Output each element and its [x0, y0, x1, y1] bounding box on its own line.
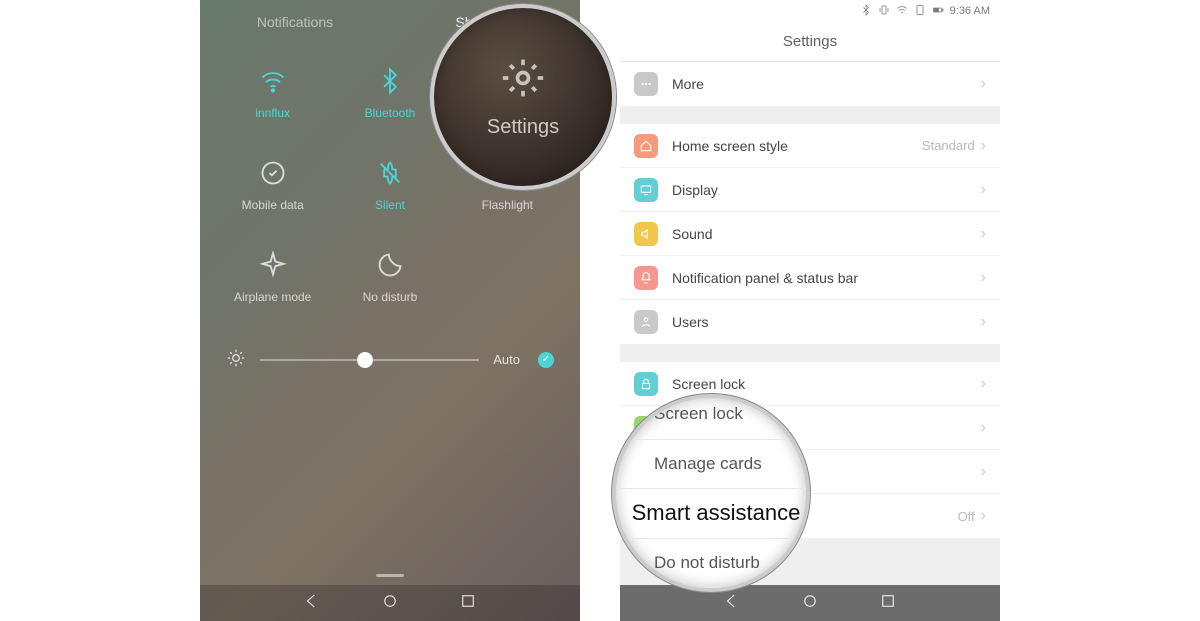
nav-home-icon[interactable] [801, 592, 819, 615]
lock-icon [634, 372, 658, 396]
settings-row-label: Display [672, 182, 981, 198]
settings-row-label: Notification panel & status bar [672, 270, 981, 286]
chevron-right-icon: › [981, 75, 986, 93]
settings-row-home[interactable]: Home screen styleStandard › [620, 124, 1000, 168]
bluetooth-status-icon [860, 4, 872, 19]
settings-row-notif[interactable]: Notification panel & status bar› [620, 256, 1000, 300]
chevron-right-icon: › [981, 375, 986, 393]
callout-line: Screen lock [616, 394, 806, 440]
display-icon [634, 178, 658, 202]
mobiledata-icon [258, 158, 288, 188]
settings-row-users[interactable]: Users› [620, 300, 1000, 344]
bluetooth-icon [375, 66, 405, 96]
settings-group: More› [620, 62, 1000, 106]
settings-row-sound[interactable]: Sound› [620, 212, 1000, 256]
nav-home-icon[interactable] [381, 592, 399, 615]
settings-row-label: More [672, 76, 981, 92]
settings-row-more[interactable]: More› [620, 62, 1000, 106]
chevron-right-icon: › [981, 507, 986, 525]
wifi-status-icon [896, 4, 908, 19]
nav-recent-icon[interactable] [459, 592, 477, 615]
android-navbar [620, 585, 1000, 621]
settings-row-label: Home screen style [672, 138, 922, 154]
toggle-label: No disturb [363, 290, 418, 304]
brightness-thumb[interactable] [357, 352, 373, 368]
callout-line: Manage cards [616, 440, 806, 490]
toggle-label: Mobile data [242, 198, 304, 212]
battery-status-icon [932, 4, 944, 19]
vibrate-status-icon [878, 4, 890, 19]
toggle-label: Airplane mode [234, 290, 311, 304]
settings-header: Settings [620, 22, 1000, 62]
settings-group: Home screen styleStandard›Display›Sound›… [620, 124, 1000, 344]
toggle-label: innflux [255, 106, 290, 120]
settings-row-value: Off [958, 509, 975, 524]
tab-notifications[interactable]: Notifications [200, 14, 390, 42]
nav-back-icon[interactable] [723, 592, 741, 615]
toggle-wifi[interactable]: innflux [214, 66, 331, 120]
notif-icon [634, 266, 658, 290]
toggle-mobiledata[interactable]: Mobile data [214, 158, 331, 212]
airplane-icon [258, 250, 288, 280]
auto-brightness-checkbox[interactable]: ✓ [538, 352, 554, 368]
callout-settings-label: Settings [487, 116, 559, 139]
settings-row-label: Sound [672, 226, 981, 242]
callout-smart-inner: Screen lock Manage cards Smart assistanc… [616, 398, 806, 588]
status-bar: 9:36 AM [620, 0, 1000, 22]
wifi-icon [258, 66, 288, 96]
silent-icon [375, 158, 405, 188]
nav-back-icon[interactable] [303, 592, 321, 615]
chevron-right-icon: › [981, 225, 986, 243]
users-icon [634, 310, 658, 334]
chevron-right-icon: › [981, 137, 986, 155]
sim-status-icon [914, 4, 926, 19]
toggle-label: Bluetooth [365, 106, 416, 120]
callout-smart-assistance: Screen lock Manage cards Smart assistanc… [612, 394, 810, 592]
callout-line-main: Smart assistance [616, 489, 806, 539]
chevron-right-icon: › [981, 313, 986, 331]
chevron-right-icon: › [981, 463, 986, 481]
chevron-right-icon: › [981, 419, 986, 437]
chevron-right-icon: › [981, 181, 986, 199]
toggle-dnd[interactable]: No disturb [331, 250, 448, 304]
settings-row-label: Screen lock [672, 376, 981, 392]
toggle-silent[interactable]: Silent [331, 158, 448, 212]
more-icon [634, 72, 658, 96]
android-navbar [200, 585, 580, 621]
toggle-airplane[interactable]: Airplane mode [214, 250, 331, 304]
nav-recent-icon[interactable] [879, 592, 897, 615]
sound-icon [634, 222, 658, 246]
home-icon [634, 134, 658, 158]
settings-title: Settings [783, 33, 837, 50]
gear-icon [501, 56, 545, 100]
settings-row-value: Standard [922, 138, 975, 153]
callout-line: Do not disturb [616, 539, 806, 589]
brightness-slider[interactable] [260, 359, 479, 361]
dnd-icon [375, 250, 405, 280]
shade-handle[interactable] [376, 574, 404, 577]
auto-brightness-label: Auto [493, 352, 520, 367]
settings-row-label: Users [672, 314, 981, 330]
toggle-label: Silent [375, 198, 405, 212]
settings-row-display[interactable]: Display› [620, 168, 1000, 212]
toggle-label: Flashlight [482, 198, 533, 212]
status-time: 9:36 AM [950, 5, 990, 17]
brightness-row: Auto ✓ [200, 314, 580, 371]
chevron-right-icon: › [981, 269, 986, 287]
callout-settings: Settings [430, 4, 616, 190]
brightness-icon [226, 348, 246, 371]
